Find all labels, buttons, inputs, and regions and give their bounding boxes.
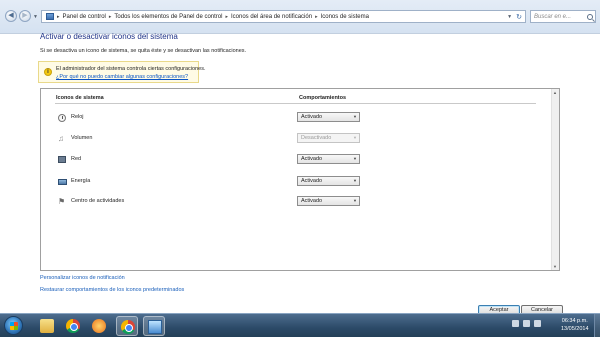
behavior-select-action-center[interactable]: Activado ▼ <box>297 196 360 206</box>
behavior-select-clock[interactable]: Activado ▼ <box>297 112 360 122</box>
folder-icon <box>40 319 54 333</box>
row-label: Centro de actividades <box>71 198 125 204</box>
chrome-icon <box>66 319 80 333</box>
address-dropdown-icon[interactable]: ▼ <box>507 14 512 20</box>
select-value: Activado <box>301 156 323 162</box>
customize-notification-icons-link[interactable]: Personalizar iconos de notificación <box>40 275 125 281</box>
taskbar: 06:34 p.m. 13/05/2014 <box>0 313 600 337</box>
show-hidden-icons-icon[interactable] <box>512 320 519 327</box>
chevron-down-icon: ▼ <box>353 198 357 203</box>
forward-button[interactable]: ▶ <box>19 10 31 22</box>
row-label: Reloj <box>71 114 84 120</box>
address-field[interactable]: ▸ Panel de control ▸ Todos los elementos… <box>41 10 526 23</box>
taskbar-media-player[interactable] <box>88 316 110 336</box>
clock-date: 13/05/2014 <box>561 326 589 332</box>
row-label: Red <box>71 156 82 162</box>
table-row: Red Activado ▼ <box>41 153 541 167</box>
address-actions: ▼ ↻ <box>507 13 525 21</box>
breadcrumb-notification-icons[interactable]: Iconos del área de notificación <box>231 14 312 20</box>
breadcrumb-separator-icon: ▸ <box>315 13 318 20</box>
control-panel-icon <box>148 320 162 334</box>
chevron-down-icon: ▼ <box>353 135 357 140</box>
vertical-scrollbar[interactable]: ▲ ▼ <box>551 89 559 270</box>
taskbar-chrome[interactable] <box>62 316 84 336</box>
search-box[interactable]: Buscar en e... <box>530 10 596 23</box>
select-value: Activado <box>301 198 323 204</box>
scroll-up-icon[interactable]: ▲ <box>553 90 557 95</box>
table-row: ♫ Volumen Desactivado ▼ <box>41 132 541 146</box>
breadcrumb-separator-icon: ▸ <box>108 13 112 20</box>
recent-pages-icon[interactable]: ▼ <box>33 14 38 20</box>
table-row: Energía Activado ▼ <box>41 175 541 189</box>
address-bar: ◀ ▶ ▼ ▸ Panel de control ▸ Todos los ele… <box>0 0 600 34</box>
system-icons-table: Iconos de sistema Comportamientos Reloj … <box>40 88 560 271</box>
refresh-icon[interactable]: ↻ <box>516 13 522 21</box>
column-header-icons: Iconos de sistema <box>56 95 104 101</box>
table-row: ⚑ Centro de actividades Activado ▼ <box>41 195 541 209</box>
page-description: Si se desactiva un icono de sistema, se … <box>40 48 247 54</box>
select-value: Activado <box>301 114 323 120</box>
row-label: Energía <box>71 178 91 184</box>
behavior-select-volume: Desactivado ▼ <box>297 133 360 143</box>
why-cant-change-link[interactable]: ¿Por qué no puedo cambiar algunas config… <box>56 74 188 80</box>
header-divider <box>55 103 536 104</box>
control-panel-icon <box>46 13 54 20</box>
select-value: Desactivado <box>301 135 332 141</box>
taskbar-clock[interactable]: 06:34 p.m. 13/05/2014 <box>561 317 589 333</box>
row-label: Volumen <box>71 135 93 141</box>
info-icon: i <box>44 68 52 76</box>
breadcrumb-separator-icon: ▸ <box>225 13 228 20</box>
chrome-icon <box>121 320 135 334</box>
speaker-icon: ♫ <box>58 134 64 143</box>
battery-icon <box>58 179 67 185</box>
taskbar-explorer[interactable] <box>36 316 58 336</box>
select-value: Activado <box>301 178 323 184</box>
clock-time: 06:34 p.m. <box>561 318 588 324</box>
back-button[interactable]: ◀ <box>5 10 17 22</box>
breadcrumb-system-icons[interactable]: Iconos de sistema <box>321 14 369 20</box>
table-row: Reloj Activado ▼ <box>41 111 541 125</box>
network-tray-icon[interactable] <box>523 320 530 327</box>
breadcrumb-separator-icon: ▸ <box>57 13 60 20</box>
breadcrumb-control-panel[interactable]: Panel de control <box>63 14 106 20</box>
clock-icon <box>58 114 66 122</box>
behavior-select-power[interactable]: Activado ▼ <box>297 176 360 186</box>
notification-area <box>512 320 541 327</box>
start-button[interactable] <box>4 316 23 335</box>
page-title: Activar o desactivar iconos del sistema <box>40 32 178 41</box>
breadcrumb-all-items[interactable]: Todos los elementos de Panel de control <box>114 14 222 20</box>
show-desktop-button[interactable] <box>594 314 600 337</box>
taskbar-chrome-active[interactable] <box>116 316 138 336</box>
volume-tray-icon[interactable] <box>534 320 541 327</box>
scroll-down-icon[interactable]: ▼ <box>553 264 557 269</box>
search-input[interactable]: Buscar en e... <box>534 14 571 20</box>
column-header-behaviors: Comportamientos <box>299 95 347 101</box>
media-player-icon <box>92 319 106 333</box>
search-icon[interactable] <box>587 13 593 20</box>
taskbar-control-panel[interactable] <box>143 316 165 336</box>
chevron-down-icon: ▼ <box>353 156 357 161</box>
network-icon <box>58 156 66 163</box>
restore-default-behaviors-link[interactable]: Restaurar comportamientos de los iconos … <box>40 287 184 293</box>
admin-info-bar: i El administrador del sistema controla … <box>38 61 206 83</box>
behavior-select-network[interactable]: Activado ▼ <box>297 154 360 164</box>
chevron-down-icon: ▼ <box>353 178 357 183</box>
info-text: El administrador del sistema controla ci… <box>56 66 206 72</box>
flag-icon: ⚑ <box>58 197 66 206</box>
chevron-down-icon: ▼ <box>353 114 357 119</box>
